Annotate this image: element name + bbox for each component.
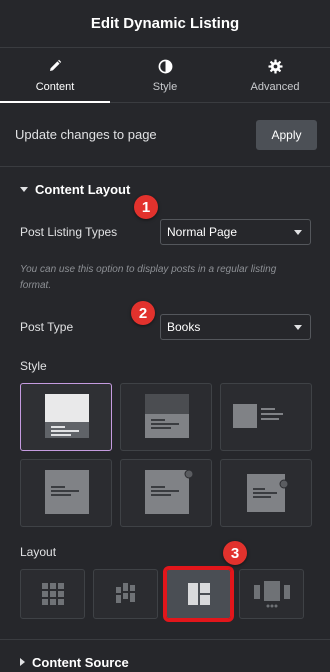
style-preview-dark-top-icon bbox=[145, 394, 189, 438]
callout-badge-1: 1 bbox=[134, 195, 158, 219]
layout-options: 3 bbox=[0, 541, 330, 622]
content-layout-title: Content Layout bbox=[35, 181, 131, 197]
panel-header: Edit Dynamic Listing bbox=[0, 0, 330, 48]
post-type-value: Books bbox=[167, 320, 201, 334]
style-preview-square-avatar-icon bbox=[247, 474, 289, 512]
pencil-icon bbox=[48, 57, 62, 75]
grid-layout-icon bbox=[41, 583, 64, 605]
panel-title: Edit Dynamic Listing bbox=[90, 15, 240, 32]
style-option-2[interactable] bbox=[120, 383, 212, 451]
chevron-down-icon bbox=[294, 324, 302, 330]
style-label: Style bbox=[20, 359, 47, 373]
layout-option-grid[interactable] bbox=[20, 569, 85, 619]
callout-badge-3: 3 bbox=[223, 541, 247, 565]
tab-content-label: Content bbox=[35, 81, 75, 93]
post-listing-types-label: Post Listing Types bbox=[20, 225, 118, 239]
content-source-section: Content Source bbox=[0, 640, 330, 672]
metro-layout-icon bbox=[187, 583, 210, 605]
tab-style-label: Style bbox=[152, 81, 178, 93]
post-listing-types-select[interactable]: Normal Page bbox=[160, 219, 311, 245]
post-listing-types-value: Normal Page bbox=[167, 225, 238, 239]
post-listing-types-row: Post Listing Types Normal Page 1 bbox=[0, 195, 330, 245]
apply-button[interactable]: Apply bbox=[256, 119, 317, 150]
masonry-layout-icon bbox=[115, 583, 135, 603]
half-circle-icon bbox=[158, 57, 173, 75]
tab-advanced[interactable]: Advanced bbox=[220, 48, 330, 102]
style-grid bbox=[0, 383, 330, 527]
gear-icon bbox=[267, 57, 283, 75]
caret-down-icon bbox=[20, 186, 28, 192]
style-preview-card-avatar-icon bbox=[145, 469, 194, 514]
tab-bar: Content Style Advanced bbox=[0, 48, 330, 103]
style-preview-image-top-icon bbox=[45, 394, 89, 438]
tab-style[interactable]: Style bbox=[110, 48, 220, 102]
chevron-down-icon bbox=[294, 229, 302, 235]
content-source-header[interactable]: Content Source bbox=[0, 640, 330, 672]
style-option-3[interactable] bbox=[220, 383, 312, 451]
tab-content[interactable]: Content bbox=[0, 48, 110, 103]
update-text: Update changes to page bbox=[15, 127, 157, 142]
style-option-5[interactable] bbox=[120, 459, 212, 527]
post-type-select[interactable]: Books bbox=[160, 314, 311, 340]
content-layout-header[interactable]: Content Layout bbox=[0, 167, 330, 211]
tab-advanced-label: Advanced bbox=[250, 81, 300, 93]
layout-option-metro[interactable] bbox=[163, 566, 234, 622]
style-option-6[interactable] bbox=[220, 459, 312, 527]
layout-label: Layout bbox=[20, 545, 57, 559]
post-type-label: Post Type bbox=[20, 320, 74, 334]
layout-option-slider[interactable] bbox=[239, 569, 304, 619]
slider-layout-icon bbox=[253, 581, 290, 608]
callout-badge-2: 2 bbox=[131, 301, 155, 325]
style-preview-card-icon bbox=[45, 470, 89, 514]
post-type-row: Post Type Books 2 bbox=[0, 301, 330, 340]
style-option-1[interactable] bbox=[20, 383, 112, 451]
style-option-4[interactable] bbox=[20, 459, 112, 527]
content-layout-section: Content Layout Post Listing Types Normal… bbox=[0, 167, 330, 639]
update-row: Update changes to page Apply bbox=[0, 103, 330, 167]
style-preview-side-image-icon bbox=[233, 404, 283, 428]
layout-option-masonry[interactable] bbox=[93, 569, 158, 619]
content-source-title: Content Source bbox=[32, 654, 129, 670]
post-listing-hint: You can use this option to display posts… bbox=[20, 264, 277, 291]
caret-right-icon bbox=[20, 658, 25, 666]
